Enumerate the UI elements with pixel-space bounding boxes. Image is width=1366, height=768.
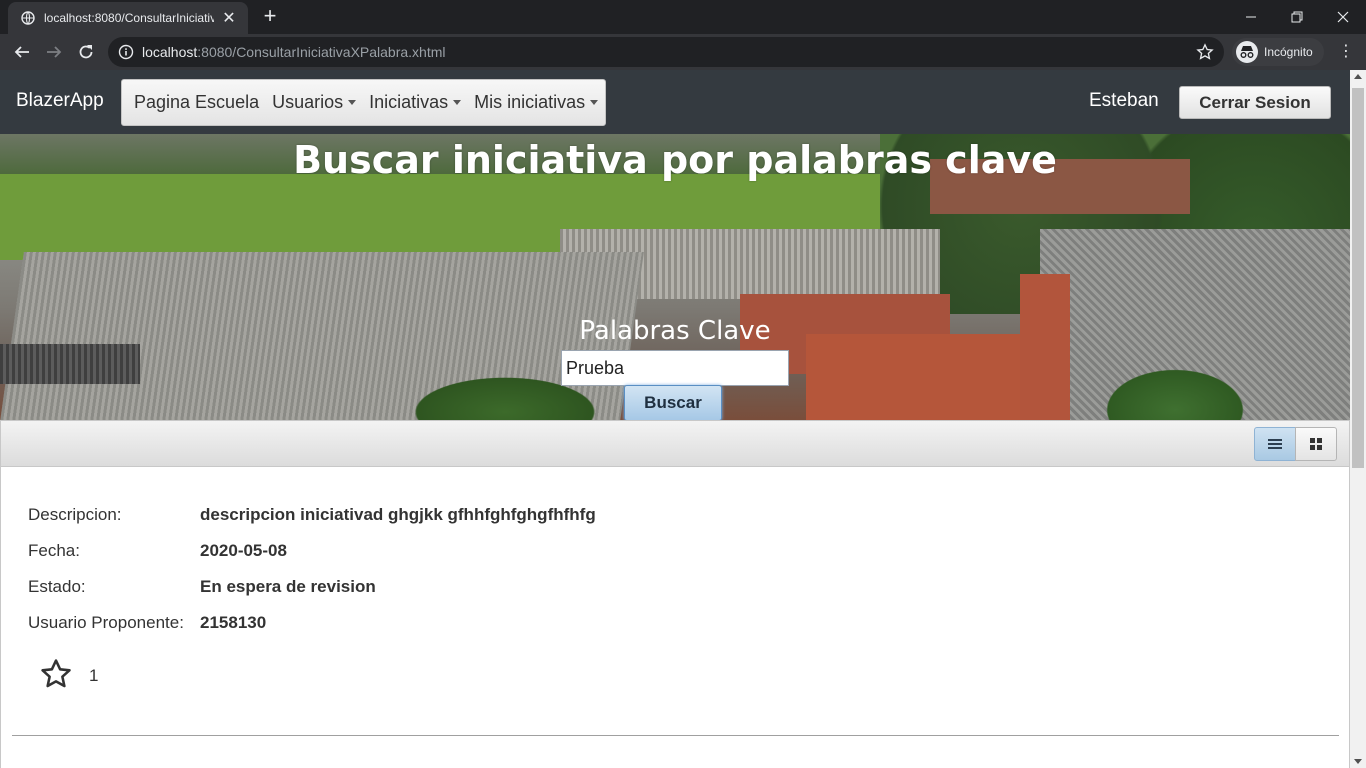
vote-star-icon[interactable] [39, 657, 73, 691]
menu-label: Iniciativas [369, 92, 449, 112]
app-navbar: BlazerApp Pagina Escuela Usuarios Inicia… [0, 70, 1350, 134]
address-toolbar: localhost:8080/ConsultarIniciativaXPalab… [0, 34, 1366, 70]
browser-tab-bar: localhost:8080/ConsultarIniciativ ✕ + [0, 0, 1366, 34]
list-layout-button[interactable] [1254, 427, 1296, 461]
grid-layout-button[interactable] [1295, 427, 1337, 461]
field-value: descripcion iniciativad ghgjkk gfhhfghfg… [200, 505, 596, 524]
field-label: Estado: [28, 577, 86, 596]
scroll-thumb[interactable] [1352, 88, 1364, 468]
field-label: Usuario Proponente: [28, 613, 184, 632]
vote-count: 1 [89, 666, 99, 685]
hero-banner: Buscar iniciativa por palabras clave Pal… [0, 134, 1350, 422]
result-divider [12, 735, 1339, 736]
bookmark-star-icon[interactable] [1196, 43, 1214, 61]
restore-icon[interactable] [1274, 0, 1320, 34]
browser-tab[interactable]: localhost:8080/ConsultarIniciativ ✕ [8, 2, 248, 34]
page-viewport: BlazerApp Pagina Escuela Usuarios Inicia… [0, 70, 1350, 768]
incognito-badge[interactable]: Incógnito [1232, 38, 1324, 66]
forward-icon[interactable] [40, 38, 68, 66]
menu-label: Pagina Escuela [134, 92, 260, 112]
field-label: Fecha: [28, 541, 80, 560]
reload-icon[interactable] [72, 38, 100, 66]
search-button[interactable]: Buscar [624, 385, 722, 421]
back-icon[interactable] [8, 38, 36, 66]
browser-menu-icon[interactable]: ⋮ [1336, 40, 1356, 64]
menu-mis-iniciativas[interactable]: Mis iniciativas [474, 92, 599, 113]
field-label: Descripcion: [28, 505, 122, 524]
caret-down-icon [453, 100, 462, 105]
field-value: 2158130 [200, 613, 267, 632]
scroll-down-icon[interactable] [1354, 759, 1362, 764]
caret-down-icon [590, 100, 599, 105]
info-icon[interactable] [118, 44, 134, 60]
field-value: En espera de revision [200, 577, 376, 596]
incognito-icon [1236, 41, 1258, 63]
scroll-up-icon[interactable] [1354, 74, 1362, 79]
brand-logo[interactable]: BlazerApp [16, 90, 104, 112]
close-tab-icon[interactable]: ✕ [220, 8, 238, 28]
minimize-icon[interactable] [1228, 0, 1274, 34]
keywords-label: Palabras Clave [579, 316, 771, 346]
url-path: :8080/ConsultarIniciativaXPalabra.xhtml [197, 44, 446, 60]
main-menubar: Pagina Escuela Usuarios Iniciativas Mis … [121, 79, 606, 126]
results-dataview: Descripcion: descripcion iniciativad ghg… [0, 420, 1350, 768]
current-user: Esteban [1089, 90, 1159, 111]
logout-button[interactable]: Cerrar Sesion [1179, 86, 1331, 119]
globe-icon [20, 10, 36, 26]
close-window-icon[interactable] [1320, 0, 1366, 34]
caret-down-icon [348, 100, 357, 105]
url-bar[interactable]: localhost:8080/ConsultarIniciativaXPalab… [108, 37, 1224, 67]
url-text: localhost:8080/ConsultarIniciativaXPalab… [142, 44, 446, 60]
dataview-header [1, 421, 1349, 467]
grid-icon [1310, 438, 1322, 450]
page-scrollbar[interactable] [1350, 70, 1366, 768]
incognito-label: Incógnito [1264, 45, 1313, 59]
menu-usuarios[interactable]: Usuarios [272, 92, 357, 113]
list-icon [1268, 439, 1282, 449]
menu-label: Mis iniciativas [474, 92, 586, 112]
menu-label: Usuarios [272, 92, 344, 112]
page-title: Buscar iniciativa por palabras clave [293, 138, 1057, 182]
field-value: 2020-05-08 [200, 541, 287, 560]
url-host: localhost [142, 44, 198, 60]
new-tab-button[interactable]: + [258, 4, 282, 28]
menu-iniciativas[interactable]: Iniciativas [369, 92, 462, 113]
keywords-input[interactable] [561, 350, 789, 386]
menu-pagina-escuela[interactable]: Pagina Escuela [134, 92, 259, 113]
tab-title: localhost:8080/ConsultarIniciativ [44, 11, 214, 25]
